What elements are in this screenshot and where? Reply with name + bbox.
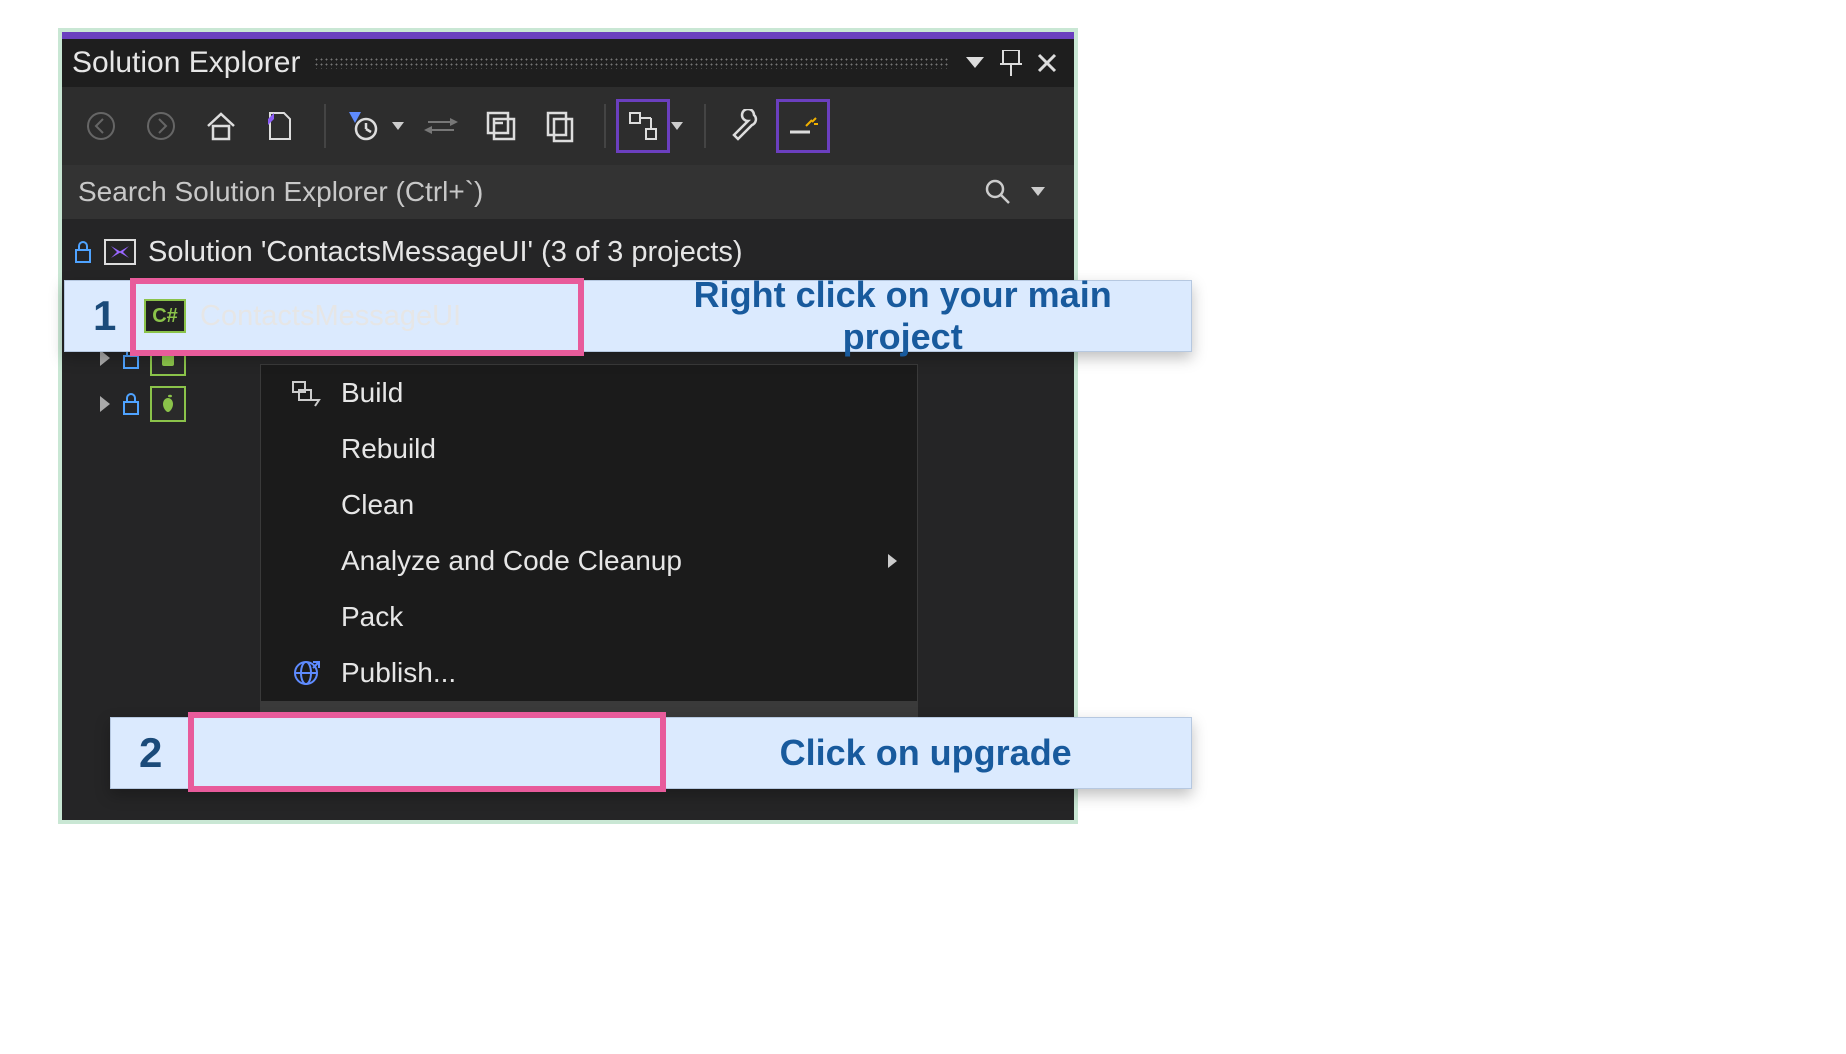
toolbar-separator (704, 104, 706, 148)
grip-dots[interactable] (314, 57, 950, 69)
properties-button[interactable] (716, 99, 770, 153)
submenu-arrow-icon (888, 554, 897, 568)
menu-label: Build (341, 377, 917, 409)
sync-button[interactable] (414, 99, 468, 153)
collapse-all-button[interactable] (474, 99, 528, 153)
dropdown-arrow-icon[interactable] (958, 46, 992, 80)
callout-step-2: 2 Click on upgrade (110, 717, 1192, 789)
preview-selected-button[interactable] (776, 99, 830, 153)
pin-icon[interactable] (994, 46, 1028, 80)
solution-label: Solution 'ContactsMessageUI' (3 of 3 pro… (148, 236, 743, 269)
lock-icon (70, 239, 96, 265)
menu-label: Analyze and Code Cleanup (341, 545, 888, 577)
track-active-button[interactable] (616, 99, 670, 153)
menu-item-rebuild[interactable]: Rebuild (261, 421, 917, 477)
search-icon[interactable] (978, 178, 1018, 206)
panel-title: Solution Explorer (72, 46, 300, 80)
panel-header: Solution Explorer (62, 32, 1074, 87)
solution-explorer-panel: Solution Explorer (58, 28, 1078, 824)
project-node-highlight[interactable]: C# ContactsMessageUI (144, 288, 461, 344)
chevron-down-icon (392, 122, 404, 130)
context-menu: Build Rebuild Clean Analyze and Code Cle… (260, 364, 918, 758)
menu-item-clean[interactable]: Clean (261, 477, 917, 533)
menu-item-build[interactable]: Build (261, 365, 917, 421)
toolbar-separator (324, 104, 326, 148)
back-button[interactable] (74, 99, 128, 153)
globe-icon (271, 658, 341, 688)
toolbar-separator (604, 104, 606, 148)
show-all-files-button[interactable] (534, 99, 588, 153)
menu-label: Pack (341, 601, 917, 633)
pending-changes-filter-button[interactable] (336, 99, 390, 153)
menu-item-pack[interactable]: Pack (261, 589, 917, 645)
menu-label: Publish... (341, 657, 917, 689)
menu-label: Clean (341, 489, 917, 521)
ios-project-icon (150, 386, 186, 422)
callout-text: Right click on your main project (614, 274, 1191, 358)
close-icon[interactable] (1030, 46, 1064, 80)
menu-label: Rebuild (341, 433, 917, 465)
search-placeholder: Search Solution Explorer (Ctrl+`) (78, 176, 978, 208)
csharp-project-icon: C# (144, 299, 186, 333)
solution-icon (102, 234, 138, 270)
expand-triangle-icon[interactable] (100, 396, 110, 412)
project-name: ContactsMessageUI (200, 300, 461, 333)
toolbar (62, 87, 1074, 165)
forward-button[interactable] (134, 99, 188, 153)
build-icon (271, 378, 341, 408)
callout-text: Click on upgrade (660, 732, 1191, 774)
callout-number: 1 (65, 281, 144, 351)
solution-node[interactable]: Solution 'ContactsMessageUI' (3 of 3 pro… (62, 229, 1074, 275)
chevron-down-icon[interactable] (1018, 187, 1058, 197)
chevron-down-icon (671, 122, 683, 130)
search-bar[interactable]: Search Solution Explorer (Ctrl+`) (62, 165, 1074, 219)
callout-number: 2 (111, 718, 190, 788)
switch-views-button[interactable] (254, 99, 308, 153)
lock-icon (118, 391, 144, 417)
home-button[interactable] (194, 99, 248, 153)
menu-item-analyze[interactable]: Analyze and Code Cleanup (261, 533, 917, 589)
expand-triangle-icon[interactable] (100, 350, 110, 366)
menu-item-publish[interactable]: Publish... (261, 645, 917, 701)
